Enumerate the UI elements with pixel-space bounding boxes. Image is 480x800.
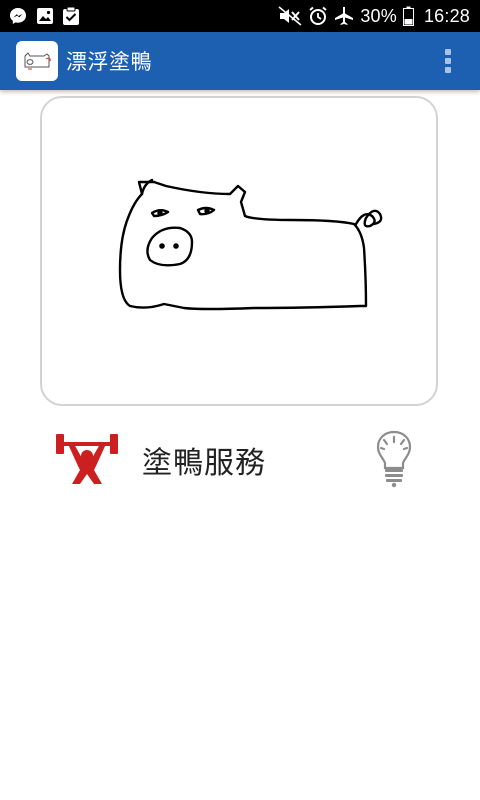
clock-time: 16:28 (423, 5, 470, 26)
service-label: 塗鴨服務 (142, 446, 266, 481)
battery-icon (402, 6, 414, 26)
battery-percentage: 30% (360, 5, 397, 26)
status-bar: 30% 16:28 (0, 0, 480, 32)
pig-doodle-drawing (118, 178, 383, 311)
alarm-icon (308, 6, 328, 26)
app-title: 漂浮塗鴨 (66, 50, 152, 74)
service-row[interactable]: 塗鴨服務 (0, 420, 480, 500)
overflow-menu-icon[interactable] (442, 49, 454, 73)
status-bar-notifications (8, 6, 80, 26)
clipboard-check-icon (62, 6, 80, 26)
lightbulb-icon[interactable] (372, 428, 416, 492)
app-logo-icon (16, 41, 58, 81)
mute-icon (278, 6, 302, 26)
messenger-icon (8, 6, 28, 26)
airplane-mode-icon (334, 6, 354, 26)
weightlifter-icon (56, 430, 118, 490)
status-bar-system: 30% 16:28 (278, 6, 470, 27)
drawing-card[interactable] (40, 96, 438, 406)
gallery-icon (36, 7, 54, 25)
app-bar: 漂浮塗鴨 (0, 32, 480, 90)
